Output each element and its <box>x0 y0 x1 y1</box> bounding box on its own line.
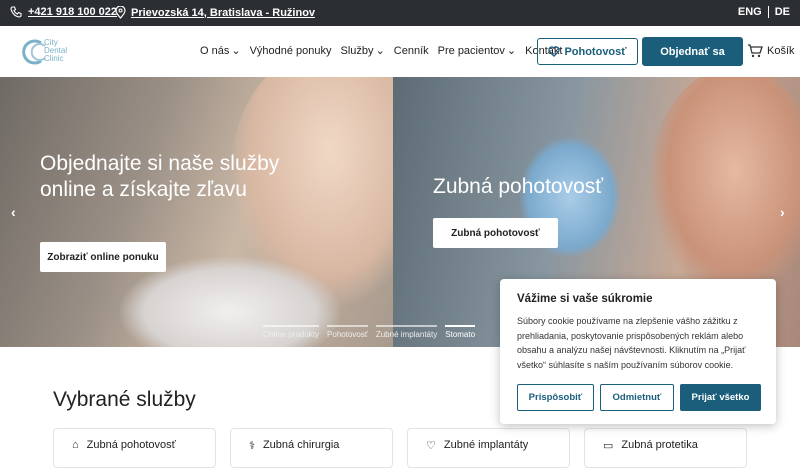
nav-item-label: Výhodné ponuky <box>249 44 332 57</box>
cart-icon <box>748 44 763 58</box>
emergency-button[interactable]: Pohotovosť <box>537 38 638 65</box>
nav-item-label: Cenník <box>393 44 429 57</box>
lang-en[interactable]: ENG <box>738 6 762 18</box>
nav-item-pre-pacientov[interactable]: Pre pacientov ⌄ <box>437 44 517 58</box>
cart-label: Košík <box>767 45 795 57</box>
service-card-label: Zubná chirurgia <box>262 439 340 451</box>
chevron-down-icon: ⌄ <box>506 45 517 57</box>
service-card[interactable]: ⚕ Zubná chirurgia <box>230 428 393 468</box>
logo-line-3: Clinic <box>44 54 64 63</box>
cookie-accept-button[interactable]: Prijať všetko <box>680 384 761 411</box>
implant-icon: ♡ <box>426 440 436 452</box>
emergency-button-label: Pohotovosť <box>564 45 627 58</box>
main-nav: City Dental Clinic O nás ⌄ Výhodné ponuky… <box>0 26 800 77</box>
surgery-icon: ⚕ <box>249 440 255 452</box>
indicator-stomato[interactable]: Stomato <box>445 325 476 339</box>
lang-de[interactable]: DE <box>775 6 790 18</box>
slider-indicators: Online produkty Pohotovosť Zubné implant… <box>263 325 476 339</box>
cookie-text: Súbory cookie používame na zlepšenie váš… <box>517 316 746 370</box>
cookie-banner: Vážime si vaše súkromie Súbory cookie po… <box>500 279 776 424</box>
logo-text: City Dental Clinic <box>44 39 67 63</box>
nav-item-o-nas[interactable]: O nás ⌄ <box>200 44 241 58</box>
nav-item-sluzby[interactable]: Služby ⌄ <box>340 44 385 58</box>
chevron-down-icon: ⌄ <box>375 45 385 57</box>
hero-title-emergency: Zubná pohotovosť <box>433 175 604 198</box>
service-cards: ⌂ Zubná pohotovosť ⚕ Zubná chirurgia ♡ Z… <box>53 428 747 468</box>
book-appointment-button[interactable]: Objednať sa <box>642 37 743 66</box>
language-switcher: ENG DE <box>738 6 790 18</box>
nav-item-label: Pre pacientov <box>437 44 505 57</box>
slider-next-arrow-icon[interactable]: › <box>780 204 785 220</box>
cart-link[interactable]: Košík <box>747 44 795 58</box>
emergency-slide-button[interactable]: Zubná pohotovosť <box>433 218 558 248</box>
phone-number[interactable]: +421 918 100 022 <box>28 6 117 18</box>
address-link[interactable]: Prievozská 14, Bratislava - Ružinov <box>115 6 315 19</box>
service-card[interactable]: ▭ Zubná protetika <box>584 428 747 468</box>
chevron-down-icon: ⌄ <box>231 45 241 57</box>
nav-item-cennik[interactable]: Cenník <box>394 44 429 57</box>
service-card-label: Zubná pohotovosť <box>86 439 176 451</box>
phone-link[interactable]: +421 918 100 022 <box>10 6 117 18</box>
hero-title-online: Objednajte si naše služby online a získa… <box>40 152 280 201</box>
tooth-icon: ⌂ <box>72 439 79 451</box>
nav-item-label: O nás <box>200 44 230 57</box>
service-card[interactable]: ⌂ Zubná pohotovosť <box>53 428 216 468</box>
hero-slide-online <box>0 77 430 347</box>
prosthetics-icon: ▭ <box>603 440 614 452</box>
heart-icon <box>548 46 561 57</box>
cookie-reject-button[interactable]: Odmietnuť <box>600 384 674 411</box>
indicator-zubne-implantaty[interactable]: Zubné implantáty <box>375 325 438 339</box>
online-offer-button[interactable]: Zobraziť online ponuku <box>40 242 166 272</box>
service-card-label: Zubné implantáty <box>443 439 529 451</box>
nav-menu: O nás ⌄ Výhodné ponuky Služby ⌄ Cenník Pre… <box>200 44 562 58</box>
slider-prev-arrow-icon[interactable]: ‹ <box>11 204 16 220</box>
nav-item-vyhodne-ponuky[interactable]: Výhodné ponuky <box>250 44 332 57</box>
cookie-customize-button[interactable]: Prispôsobiť <box>517 384 594 411</box>
service-card-label: Zubná protetika <box>621 439 698 451</box>
indicator-online-produkty[interactable]: Online produkty <box>263 325 320 339</box>
top-bar: +421 918 100 022 Prievozská 14, Bratisla… <box>0 0 800 26</box>
book-button-label: Objednať sa <box>660 45 725 58</box>
nav-item-label: Služby <box>340 44 374 57</box>
section-title: Vybrané služby <box>53 388 196 411</box>
indicator-pohotovost[interactable]: Pohotovosť <box>327 325 368 339</box>
address-text[interactable]: Prievozská 14, Bratislava - Ružinov <box>131 7 315 19</box>
service-card[interactable]: ♡ Zubné implantáty <box>407 428 570 468</box>
phone-icon <box>10 6 22 18</box>
cookie-buttons: Prispôsobiť Odmietnuť Prijať všetko <box>517 384 761 411</box>
cookie-title: Vážime si vaše súkromie <box>517 293 653 305</box>
lang-separator <box>767 6 769 18</box>
location-pin-icon <box>115 6 126 19</box>
